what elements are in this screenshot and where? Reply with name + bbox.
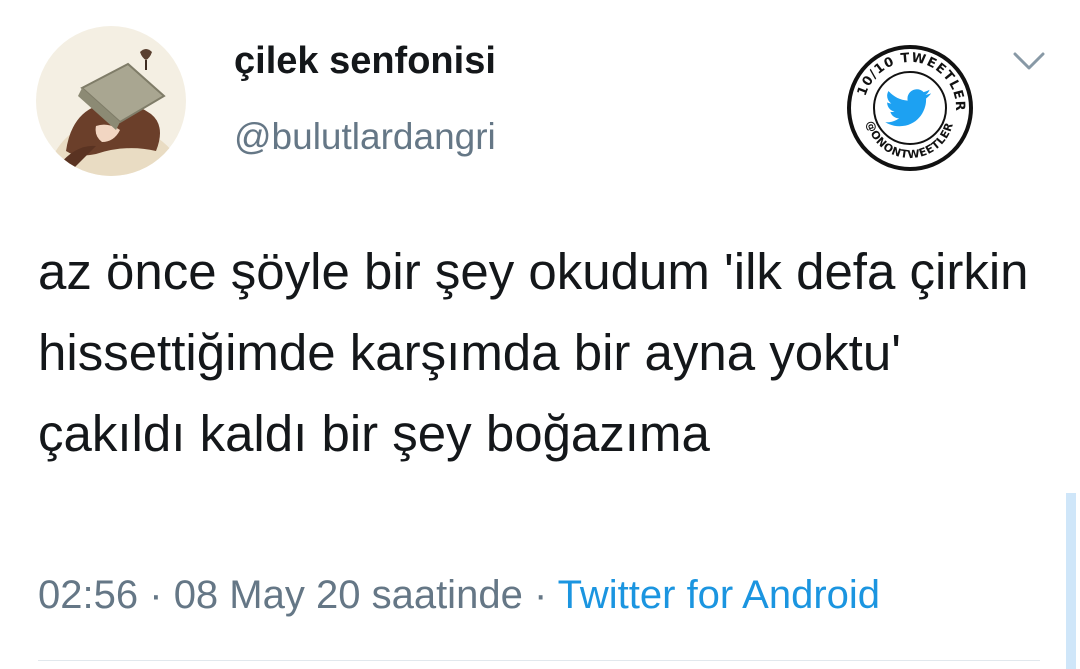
tweetler-stamp-logo: 10/10 TWEETLER @ONONTWEETLER — [846, 44, 974, 172]
tweet-time[interactable]: 02:56 — [38, 573, 138, 617]
tweet-meta: 02:56 · 08 May 20 saatinde · Twitter for… — [38, 573, 880, 618]
meta-separator: · — [149, 573, 163, 617]
display-name[interactable]: çilek senfonisi — [234, 40, 496, 83]
scrollbar[interactable] — [1066, 493, 1076, 669]
tweet-date[interactable]: 08 May 20 saatinde — [174, 573, 523, 617]
meta-separator: · — [533, 573, 548, 617]
tweet-text: az önce şöyle bir şey okudum 'ilk defa ç… — [38, 243, 1029, 462]
avatar[interactable] — [36, 26, 186, 176]
tweet-source-link[interactable]: Twitter for Android — [558, 573, 880, 617]
user-handle[interactable]: @bulutlardangri — [234, 116, 496, 158]
divider — [38, 660, 1040, 661]
chevron-down-icon[interactable] — [1011, 48, 1047, 74]
